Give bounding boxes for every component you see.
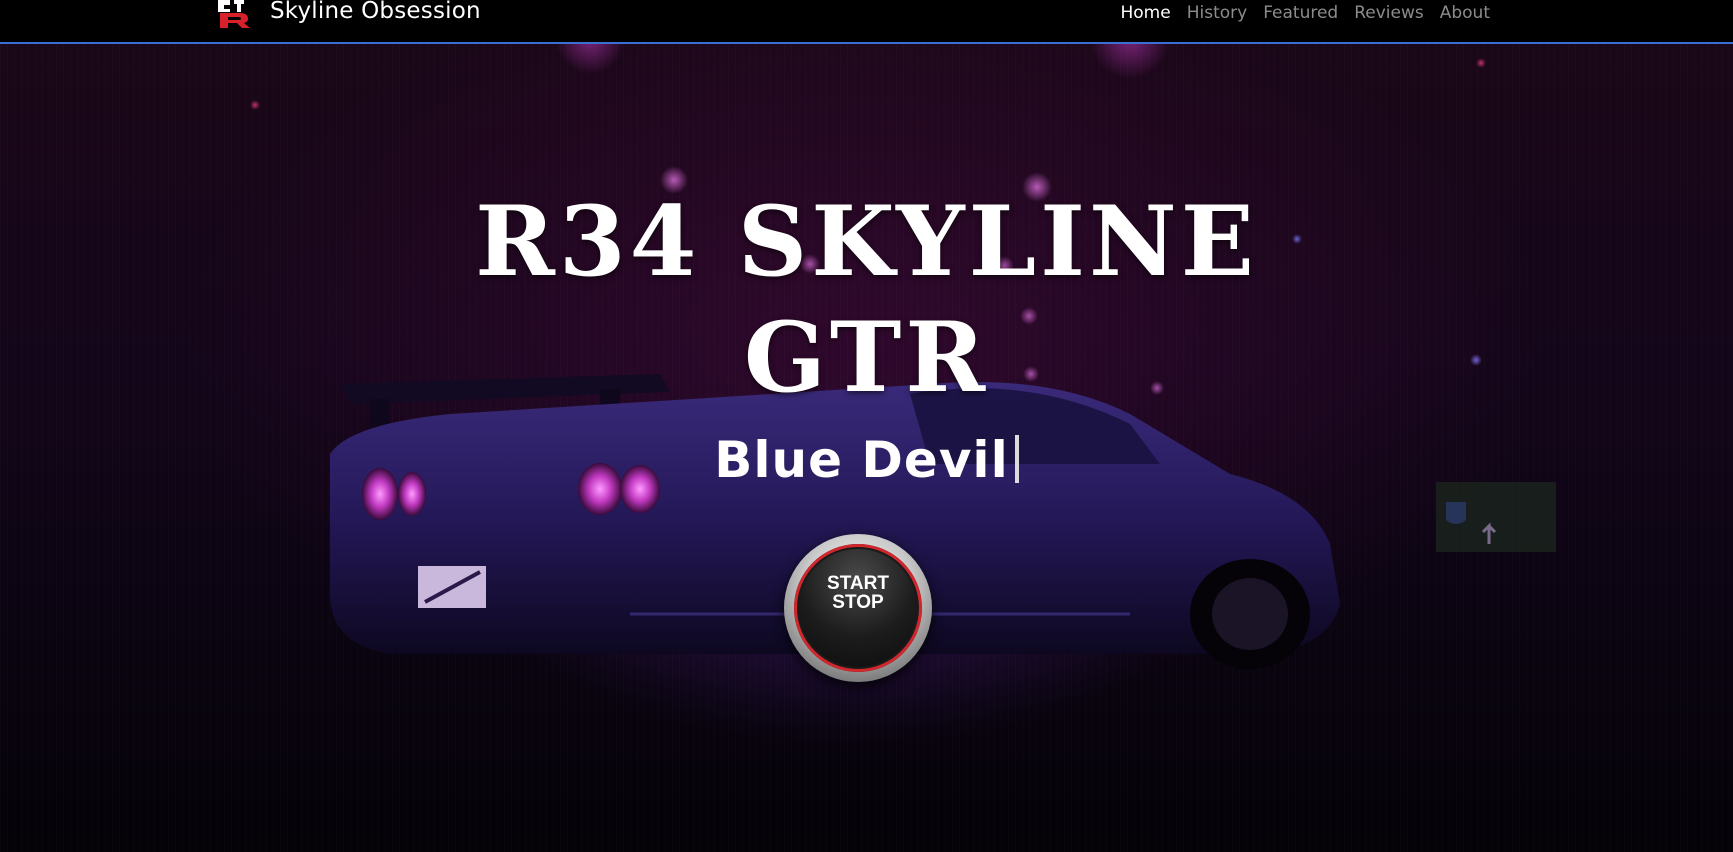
typing-cursor bbox=[1014, 435, 1019, 483]
nav-links: Home History Featured Reviews About bbox=[1113, 0, 1499, 26]
hero-subtitle-text: Blue Devil bbox=[714, 431, 1009, 489]
start-button-label: START STOP bbox=[784, 574, 932, 612]
brand[interactable]: Skyline Obsession bbox=[214, 0, 481, 42]
nav-link-reviews[interactable]: Reviews bbox=[1346, 0, 1432, 26]
hero-title-line2: GTR bbox=[743, 301, 990, 414]
nav-link-history[interactable]: History bbox=[1179, 0, 1255, 26]
page: Skyline Obsession Home History Featured … bbox=[0, 0, 1733, 852]
hero-title-line1: R34 SKYLINE bbox=[475, 185, 1258, 298]
gtr-logo-icon bbox=[218, 0, 250, 28]
hero-section: R34 SKYLINE GTR Blue Devil START STOP bbox=[0, 44, 1733, 852]
brand-name: Skyline Obsession bbox=[270, 0, 481, 24]
top-navbar: Skyline Obsession Home History Featured … bbox=[0, 0, 1733, 44]
nav-link-featured[interactable]: Featured bbox=[1255, 0, 1346, 26]
start-label-line1: START bbox=[827, 573, 889, 594]
start-stop-button[interactable]: START STOP bbox=[784, 534, 932, 682]
nav-link-about[interactable]: About bbox=[1432, 0, 1498, 26]
bokeh-light bbox=[250, 100, 260, 110]
start-label-line2: STOP bbox=[832, 592, 884, 613]
road-sign bbox=[1436, 482, 1556, 552]
hero-subtitle: Blue Devil bbox=[0, 430, 1733, 490]
hero-title: R34 SKYLINE GTR bbox=[0, 184, 1733, 416]
nav-link-home[interactable]: Home bbox=[1113, 0, 1179, 26]
bokeh-light bbox=[1476, 58, 1486, 68]
